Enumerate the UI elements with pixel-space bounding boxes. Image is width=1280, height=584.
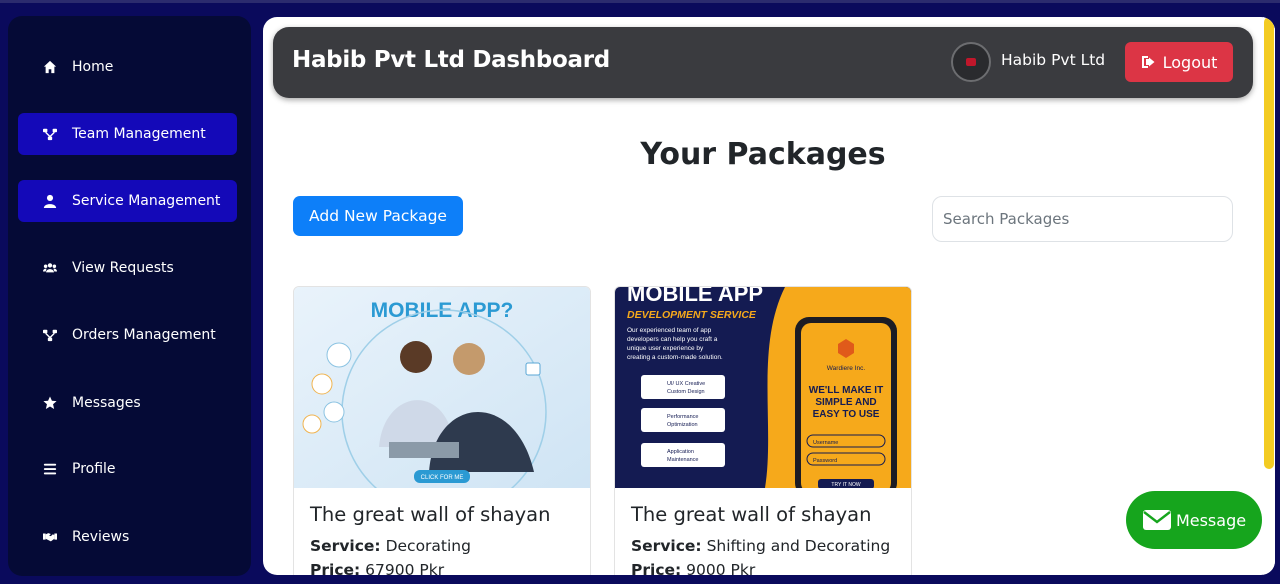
sidebar-item-label: Team Management [72,126,206,142]
main-panel: Habib Pvt Ltd Dashboard Habib Pvt Ltd Lo… [263,17,1275,575]
scrollbar-thumb[interactable] [1264,17,1274,469]
service-label: Service: [631,537,702,555]
window-top-strip [0,0,1280,3]
sitemap-icon [42,126,58,142]
logout-label: Logout [1162,52,1218,72]
search-input[interactable] [932,196,1233,242]
image-text: SIMPLE AND [815,397,876,408]
image-text: creating a custom-made solution. [627,354,723,361]
service-value: Shifting and Decorating [706,537,891,555]
service-label: Service: [310,537,381,555]
image-text: Application [667,449,694,455]
sign-out-icon [1141,54,1163,70]
sidebar-item-messages[interactable]: Messages [18,382,237,424]
sidebar-item-label: Service Management [72,193,221,209]
image-subhead: DEVELOPMENT SERVICE [627,309,757,321]
price-value: 67900 Pkr [365,561,445,575]
image-text: Maintenance [667,457,699,463]
image-text: Custom Design [667,389,705,395]
sidebar-item-label: View Requests [72,260,174,276]
scrollbar-track[interactable] [1263,17,1275,575]
image-headline: MOBILE APP [627,287,763,306]
company-name: Habib Pvt Ltd [1001,51,1106,69]
avatar[interactable] [951,42,991,82]
image-text: Optimization [667,422,698,428]
image-text: Our experienced team of app [627,327,712,334]
page-header-title: Habib Pvt Ltd Dashboard [292,47,610,73]
package-image: MOBILE APP DEVELOPMENT SERVICE Our exper… [615,287,911,488]
sitemap-icon [42,327,58,343]
sidebar-item-label: Messages [72,395,141,411]
image-text: developers can help you craft a [627,336,718,343]
package-service: Service: Shifting and Decorating [631,537,890,555]
image-text: Wardiere Inc. [827,365,866,372]
sidebar-item-team-management[interactable]: Team Management [18,113,237,155]
sidebar: Home Team Management Service Management … [8,16,251,576]
image-cta: CLICK FOR ME [421,475,464,481]
sidebar-item-view-requests[interactable]: View Requests [18,247,237,289]
handshake-icon [42,529,58,545]
sidebar-item-service-management[interactable]: Service Management [18,180,237,222]
home-icon [42,59,58,75]
package-title: The great wall of shayan [310,503,551,526]
package-price: Price: 67900 Pkr [310,561,444,575]
message-button[interactable]: Message [1126,491,1262,549]
star-icon [42,395,58,411]
sidebar-item-label: Profile [72,461,116,477]
add-package-button[interactable]: Add New Package [293,196,463,236]
package-service: Service: Decorating [310,537,471,555]
user-icon [42,193,58,209]
logout-button[interactable]: Logout [1125,42,1233,82]
dashboard-header: Habib Pvt Ltd Dashboard Habib Pvt Ltd Lo… [273,27,1253,98]
price-value: 9000 Pkr [686,561,756,575]
image-text: Performance [667,414,699,420]
image-text: WE'LL MAKE IT [809,385,883,396]
sidebar-item-label: Reviews [72,529,130,545]
users-icon [42,260,58,276]
image-text: Password [813,458,837,464]
bars-icon [42,461,58,477]
sidebar-item-reviews[interactable]: Reviews [18,516,237,558]
message-label: Message [1175,510,1247,530]
sidebar-item-orders-management[interactable]: Orders Management [18,314,237,356]
image-text: TRY IT NOW [831,482,860,488]
avatar-logo-icon [966,58,976,66]
image-text: UI/ UX Creative [667,381,705,387]
package-image: MOBILE APP? CLICK FOR ME [294,287,590,488]
image-text: unique user experience by [627,345,704,352]
sidebar-item-label: Orders Management [72,327,216,343]
sidebar-item-profile[interactable]: Profile [18,448,237,490]
package-card[interactable]: MOBILE APP? CLICK FOR ME The great wall … [293,286,591,575]
image-text: EASY TO USE [813,409,880,420]
page-title: Your Packages [640,137,886,172]
price-label: Price: [310,561,361,575]
package-card[interactable]: MOBILE APP DEVELOPMENT SERVICE Our exper… [614,286,912,575]
service-value: Decorating [385,537,471,555]
sidebar-item-home[interactable]: Home [18,46,237,88]
package-price: Price: 9000 Pkr [631,561,755,575]
image-text: Username [813,440,838,446]
package-title: The great wall of shayan [631,503,872,526]
envelope-icon [1142,508,1176,532]
price-label: Price: [631,561,682,575]
sidebar-item-label: Home [72,59,114,75]
